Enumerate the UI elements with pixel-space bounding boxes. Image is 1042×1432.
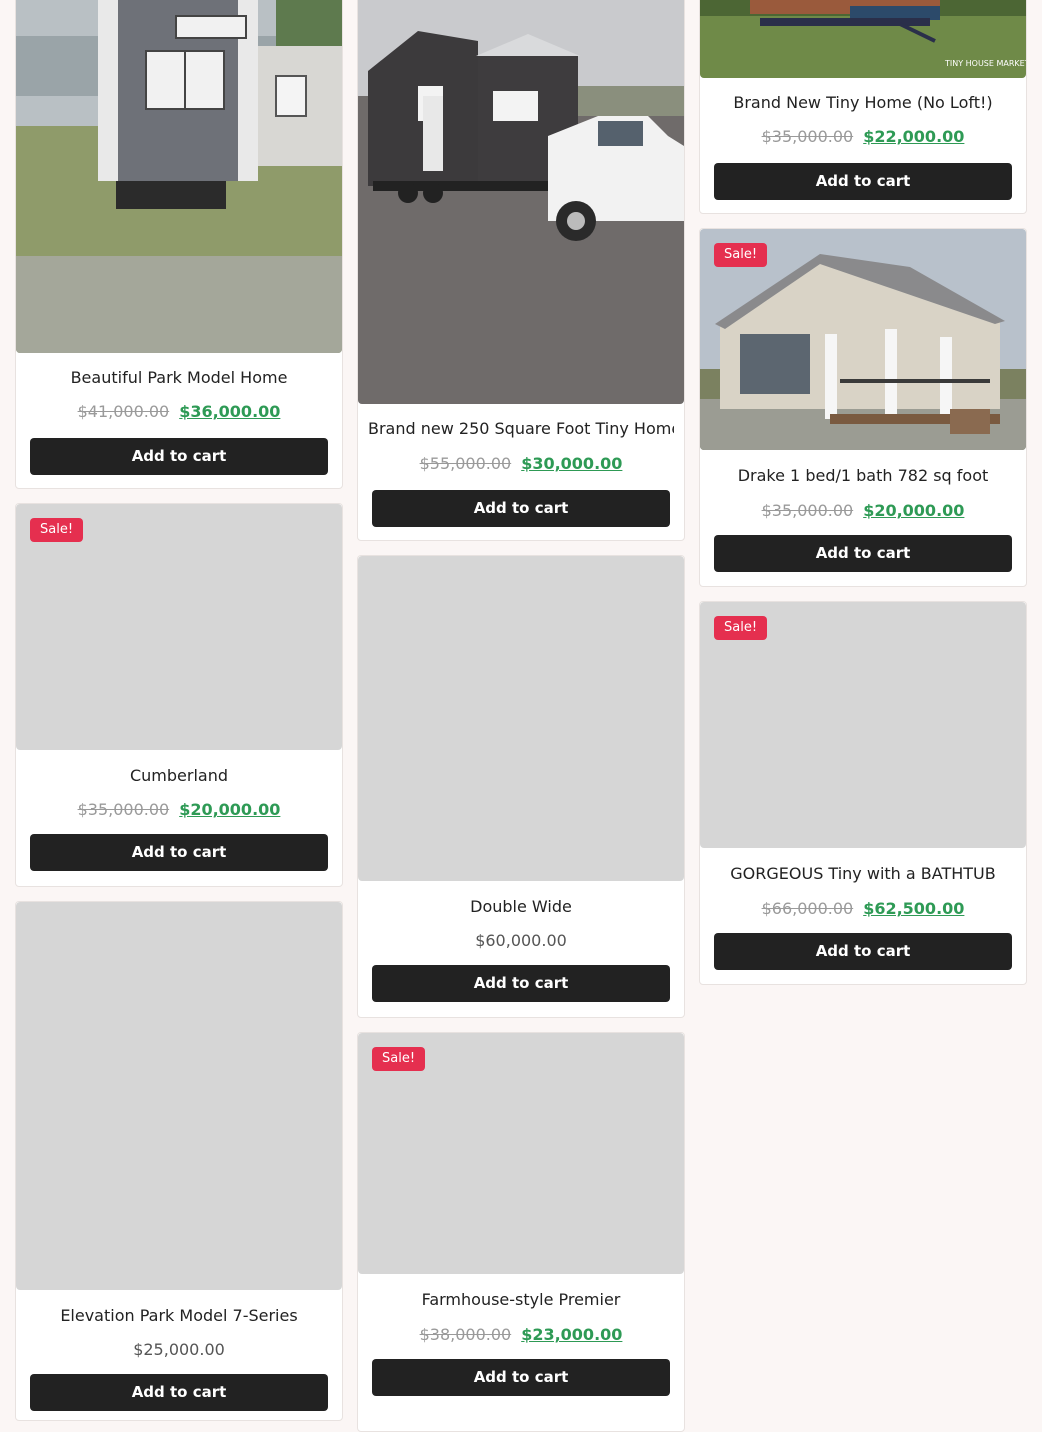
- product-card: Sale! Cumberland $35,000.00 $20,000.00 Ad…: [15, 503, 343, 887]
- product-title[interactable]: Cumberland: [26, 766, 332, 785]
- product-title[interactable]: GORGEOUS Tiny with a BATHTUB: [710, 864, 1016, 883]
- add-to-cart-button[interactable]: Add to cart: [372, 1359, 670, 1396]
- original-price: $35,000.00: [77, 800, 170, 819]
- product-title[interactable]: Beautiful Park Model Home: [26, 368, 332, 387]
- product-price: $35,000.00 $20,000.00: [700, 501, 1026, 520]
- sale-price: $20,000.00: [863, 501, 965, 520]
- product-title[interactable]: Double Wide: [368, 897, 674, 916]
- product-card: Sale! GORGEOUS Tiny with a BATHTUB $66,0…: [699, 601, 1027, 985]
- product-price: $38,000.00 $23,000.00: [358, 1325, 684, 1344]
- product-price: $55,000.00 $30,000.00: [358, 454, 684, 473]
- product-image-placeholder[interactable]: [16, 902, 342, 1290]
- product-card: Sale! Drake 1 bed/1 bath 782 sq foot $35…: [699, 228, 1027, 587]
- sale-price: $20,000.00: [179, 800, 281, 819]
- sale-price: $36,000.00: [179, 402, 281, 421]
- add-to-cart-button[interactable]: Add to cart: [372, 490, 670, 527]
- product-price: $25,000.00: [16, 1340, 342, 1359]
- sale-price: $22,000.00: [863, 127, 965, 146]
- sale-price: $62,500.00: [863, 899, 965, 918]
- product-price: $35,000.00 $22,000.00: [700, 127, 1026, 146]
- product-image[interactable]: TINY HOUSE MARKETPLACE: [700, 0, 1026, 78]
- product-title[interactable]: Drake 1 bed/1 bath 782 sq foot: [710, 466, 1016, 485]
- sale-badge: Sale!: [714, 616, 768, 640]
- original-price: $38,000.00: [419, 1325, 512, 1344]
- add-to-cart-button[interactable]: Add to cart: [30, 438, 328, 475]
- product-card: Double Wide $60,000.00 Add to cart: [357, 555, 685, 1018]
- add-to-cart-button[interactable]: Add to cart: [30, 834, 328, 871]
- product-image-placeholder[interactable]: [358, 556, 684, 881]
- regular-price: $25,000.00: [133, 1340, 225, 1359]
- product-price: $41,000.00 $36,000.00: [16, 402, 342, 421]
- sale-badge: Sale!: [30, 518, 84, 542]
- product-image[interactable]: [16, 0, 342, 353]
- sale-price: $30,000.00: [521, 454, 623, 473]
- product-title[interactable]: Elevation Park Model 7-Series: [26, 1306, 332, 1325]
- sale-badge: Sale!: [714, 243, 768, 267]
- product-card: Beautiful Park Model Home $41,000.00 $36,…: [15, 0, 343, 489]
- product-card: Sale! Farmhouse-style Premier $38,000.00…: [357, 1032, 685, 1432]
- original-price: $55,000.00: [419, 454, 512, 473]
- product-title[interactable]: Brand New Tiny Home (No Loft!): [710, 93, 1016, 112]
- add-to-cart-button[interactable]: Add to cart: [30, 1374, 328, 1411]
- add-to-cart-button[interactable]: Add to cart: [714, 163, 1012, 200]
- original-price: $41,000.00: [77, 402, 170, 421]
- sale-badge: Sale!: [372, 1047, 426, 1071]
- watermark: TINY HOUSE MARKETPLACE: [944, 59, 1026, 68]
- product-price: $60,000.00: [358, 931, 684, 950]
- product-card: Elevation Park Model 7-Series $25,000.00…: [15, 901, 343, 1421]
- product-price: $35,000.00 $20,000.00: [16, 800, 342, 819]
- sale-price: $23,000.00: [521, 1325, 623, 1344]
- product-card: Brand new 250 Square Foot Tiny Home $55,…: [357, 0, 685, 541]
- product-image[interactable]: [358, 0, 684, 404]
- product-price: $66,000.00 $62,500.00: [700, 899, 1026, 918]
- original-price: $35,000.00: [761, 127, 854, 146]
- add-to-cart-button[interactable]: Add to cart: [372, 965, 670, 1002]
- add-to-cart-button[interactable]: Add to cart: [714, 535, 1012, 572]
- product-title[interactable]: Brand new 250 Square Foot Tiny Home: [368, 419, 674, 438]
- add-to-cart-button[interactable]: Add to cart: [714, 933, 1012, 970]
- original-price: $66,000.00: [761, 899, 854, 918]
- regular-price: $60,000.00: [475, 931, 567, 950]
- product-title[interactable]: Farmhouse-style Premier: [368, 1290, 674, 1309]
- original-price: $35,000.00: [761, 501, 854, 520]
- product-card: TINY HOUSE MARKETPLACE Brand New Tiny Ho…: [699, 0, 1027, 214]
